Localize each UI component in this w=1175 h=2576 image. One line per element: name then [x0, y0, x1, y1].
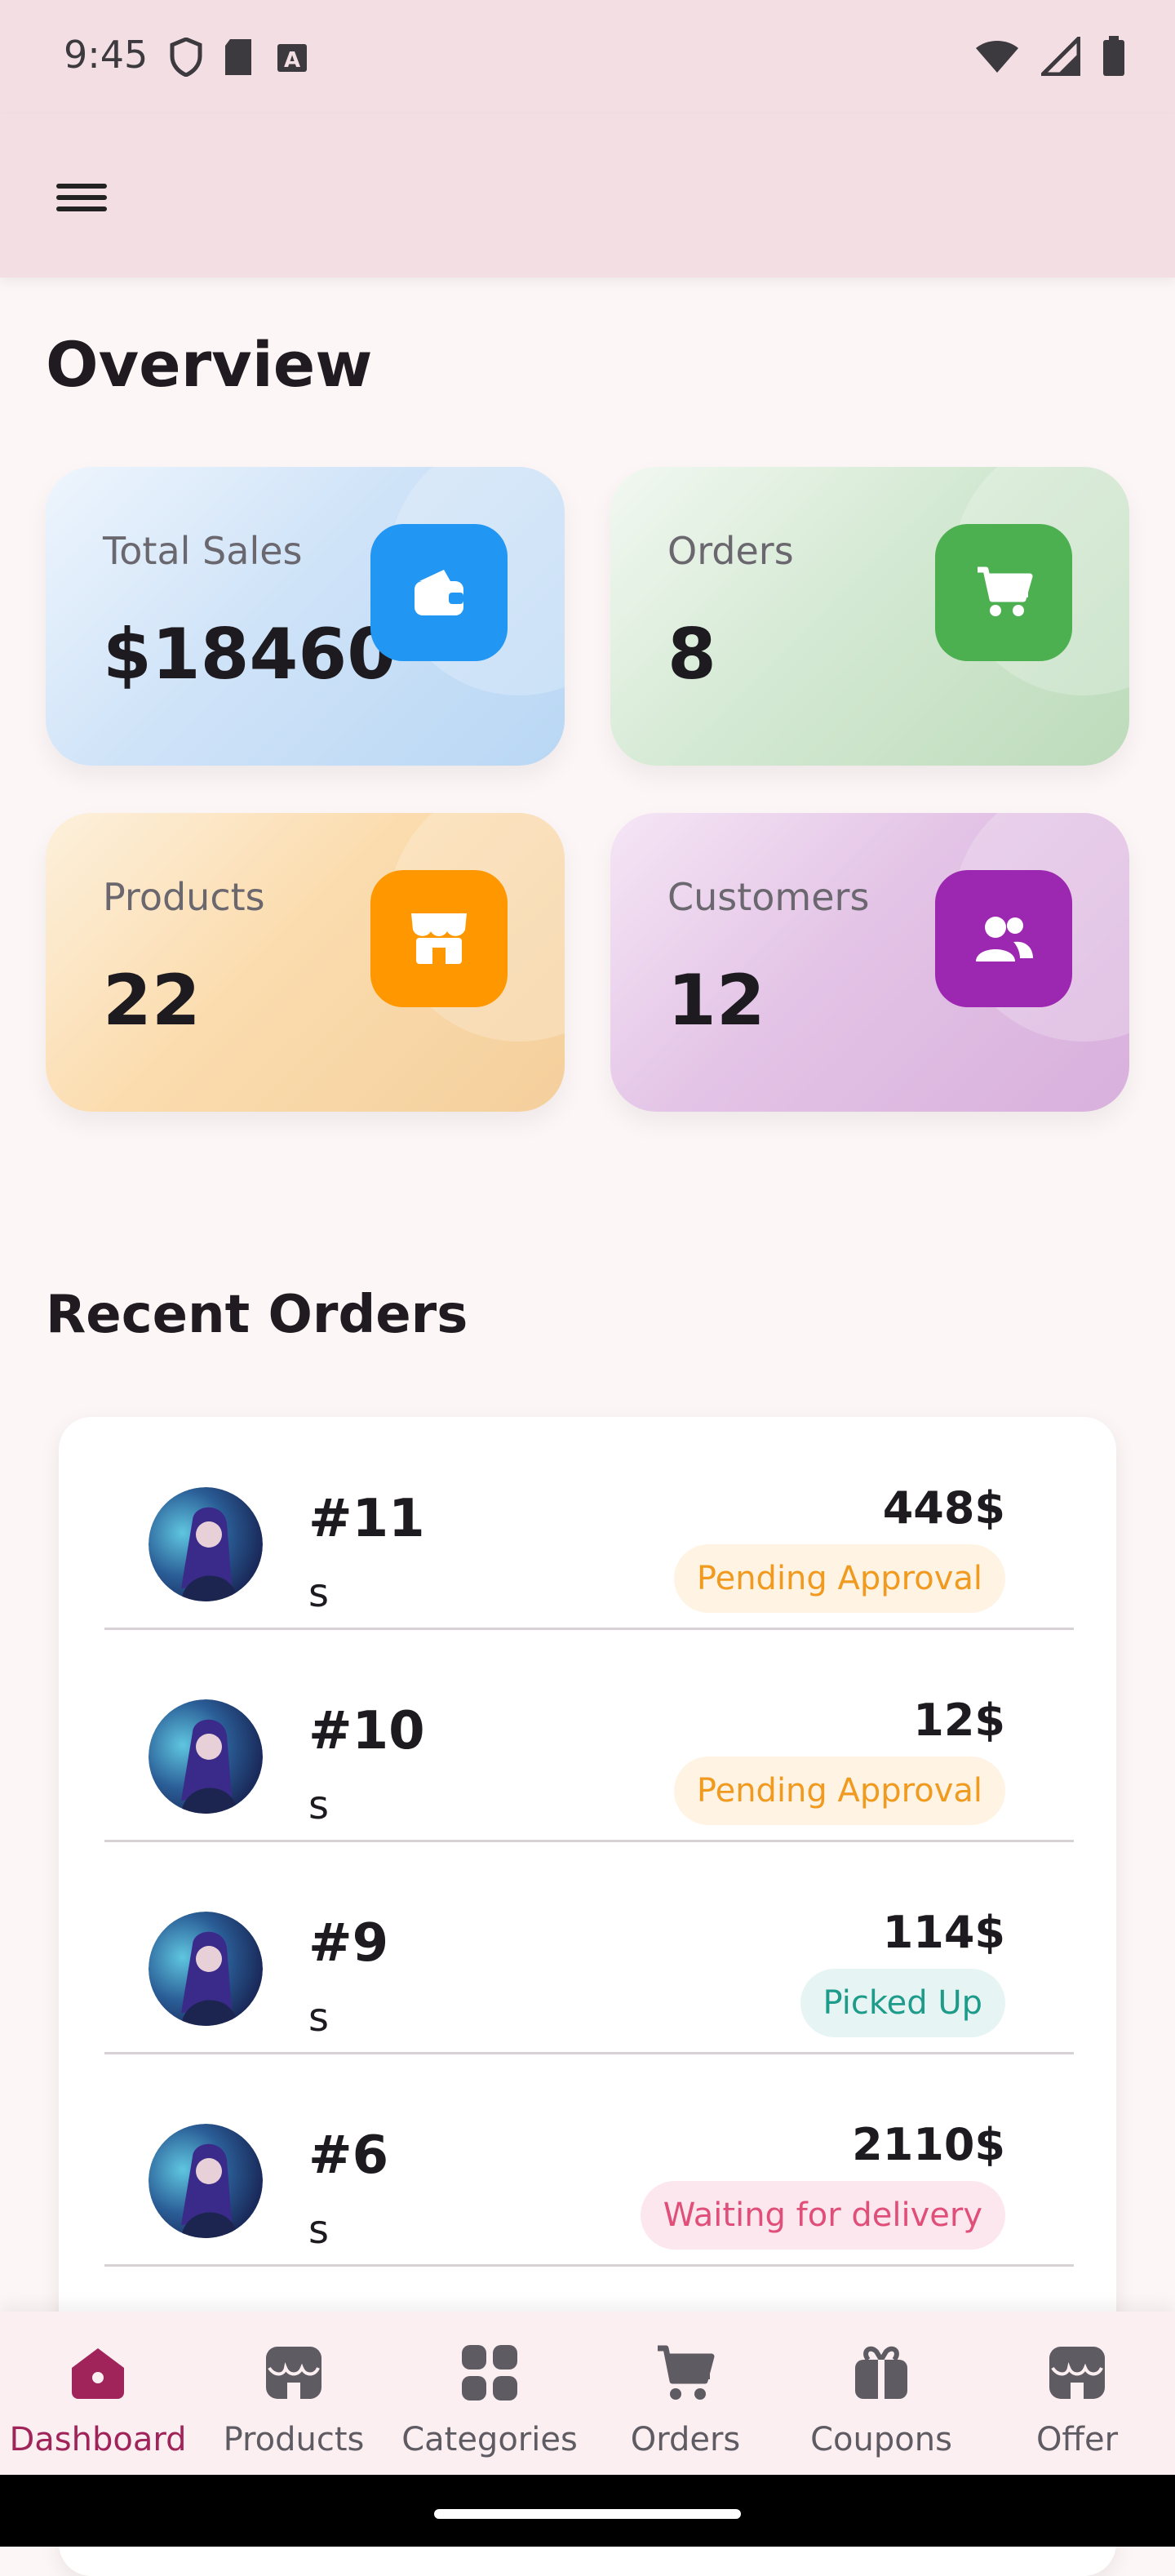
nav-item-orders[interactable]: Orders	[588, 2312, 783, 2475]
order-id: #10	[308, 1701, 425, 1761]
battery-icon	[1103, 36, 1124, 76]
order-customer: s	[308, 2207, 330, 2253]
order-total: 2110$	[852, 2119, 1005, 2170]
store-icon	[1040, 2336, 1114, 2409]
total-sales-card[interactable]: Total Sales $18460	[46, 467, 565, 766]
store-icon	[370, 870, 508, 1007]
status-time: 9:45	[64, 33, 149, 77]
nav-label: Offer	[1035, 2421, 1119, 2458]
home-gesture-handle[interactable]	[434, 2509, 741, 2519]
nav-item-offer[interactable]: Offer	[979, 2312, 1175, 2475]
status-bar: 9:45 A	[0, 0, 1175, 114]
gesture-bar	[0, 2475, 1175, 2547]
order-id: #6	[308, 2125, 389, 2186]
orders-label: Orders	[667, 529, 794, 573]
nav-item-products[interactable]: Products	[196, 2312, 392, 2475]
orders-card[interactable]: Orders 8	[610, 467, 1129, 766]
nav-label: Categories	[401, 2421, 578, 2458]
total-sales-label: Total Sales	[103, 529, 303, 573]
products-value: 22	[103, 960, 201, 1042]
status-badge: Pending Approval	[673, 1757, 1005, 1825]
people-icon	[935, 870, 1072, 1007]
order-row[interactable]: #11 s 448$ Pending Approval	[104, 1417, 1074, 1630]
nav-item-categories[interactable]: Categories	[392, 2312, 588, 2475]
avatar	[149, 1487, 263, 1601]
customers-value: 12	[667, 960, 765, 1042]
nav-item-coupons[interactable]: Coupons	[783, 2312, 979, 2475]
order-id: #11	[308, 1489, 425, 1549]
shield-icon	[170, 38, 202, 77]
order-customer: s	[308, 1995, 330, 2041]
nav-item-dashboard[interactable]: Dashboard	[0, 2312, 196, 2475]
wifi-icon	[976, 41, 1018, 73]
order-total: 448$	[882, 1482, 1005, 1534]
order-customer: s	[308, 1783, 330, 1828]
orders-value: 8	[667, 614, 716, 695]
nav-label: Products	[223, 2421, 365, 2458]
nav-label: Dashboard	[9, 2421, 187, 2458]
overview-title: Overview	[46, 328, 373, 401]
store-icon	[257, 2336, 330, 2409]
avatar	[149, 2124, 263, 2238]
status-badge: Picked Up	[800, 1969, 1005, 2037]
order-customer: s	[308, 1570, 330, 1616]
order-total: 12$	[913, 1694, 1005, 1746]
products-label: Products	[103, 875, 265, 919]
customers-label: Customers	[667, 875, 870, 919]
order-row[interactable]: #10 s 12$ Pending Approval	[104, 1629, 1074, 1842]
home-icon	[61, 2336, 135, 2409]
order-id: #9	[308, 1913, 389, 1974]
avatar	[149, 1912, 263, 2026]
products-card[interactable]: Products 22	[46, 813, 565, 1112]
cart-icon	[649, 2336, 722, 2409]
grid-icon	[453, 2336, 526, 2409]
nav-label: Orders	[630, 2421, 741, 2458]
wallet-icon	[370, 524, 508, 661]
order-row[interactable]: #9 s 114$ Picked Up	[104, 1841, 1074, 2054]
nav-label: Coupons	[810, 2421, 952, 2458]
bottom-navigation: Dashboard Products Categories Orders Cou…	[0, 2312, 1175, 2475]
svg-text:A: A	[284, 48, 300, 73]
font-a-icon: A	[277, 44, 307, 73]
customers-card[interactable]: Customers 12	[610, 813, 1129, 1112]
avatar	[149, 1699, 263, 1814]
menu-button[interactable]	[46, 163, 118, 232]
order-row[interactable]: #6 s 2110$ Waiting for delivery	[104, 2054, 1074, 2267]
signal-icon	[1041, 37, 1080, 76]
status-badge: Waiting for delivery	[640, 2181, 1005, 2250]
order-total: 114$	[882, 1907, 1005, 1958]
total-sales-value: $18460	[103, 614, 397, 695]
sd-card-icon	[225, 39, 251, 75]
menu-icon	[56, 177, 107, 218]
app-bar	[0, 114, 1175, 278]
status-badge: Pending Approval	[673, 1544, 1005, 1613]
cart-icon	[935, 524, 1072, 661]
recent-orders-title: Recent Orders	[46, 1285, 468, 1345]
gift-icon	[845, 2336, 918, 2409]
